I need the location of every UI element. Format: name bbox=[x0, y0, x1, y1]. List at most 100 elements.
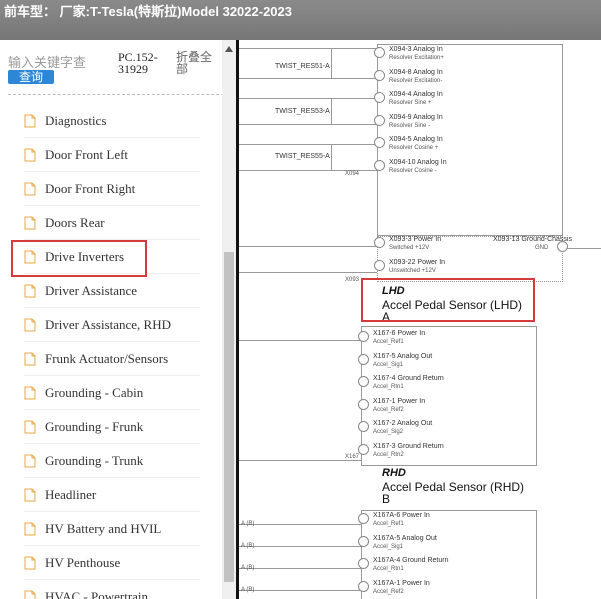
scrollbar-thumb[interactable] bbox=[224, 252, 234, 582]
pin-circle bbox=[358, 580, 369, 592]
pin-signal: Accel_Rtn1 bbox=[373, 384, 404, 390]
pin-name: X167-1 Power In bbox=[373, 397, 426, 405]
connector-label-x093: X093 bbox=[345, 277, 360, 283]
sidebar-item[interactable]: Diagnostics bbox=[24, 104, 200, 138]
pin-circle bbox=[358, 398, 369, 410]
wire bbox=[239, 246, 377, 247]
sidebar-item-label: HVAC - Powertrain bbox=[45, 588, 149, 599]
pin-name: X167A-5 Analog Out bbox=[373, 534, 437, 542]
highlight-box-drive-inverters bbox=[11, 240, 147, 277]
pin-signal: Accel_Sig2 bbox=[373, 429, 404, 435]
sidebar-item[interactable]: HVAC - Powertrain bbox=[24, 580, 200, 599]
file-icon bbox=[24, 420, 36, 434]
pin-circle bbox=[358, 421, 369, 432]
pin-name: X094-4 Analog In bbox=[389, 91, 443, 98]
wire-label: A (B) bbox=[241, 543, 255, 549]
divider bbox=[8, 94, 222, 95]
sidebar-item[interactable]: Driver Assistance bbox=[24, 274, 200, 308]
twist-label: TWIST_RES53-A bbox=[275, 108, 330, 115]
pin-circle bbox=[358, 353, 369, 365]
file-icon bbox=[24, 590, 36, 599]
pin-name: X094-3 Analog In bbox=[389, 46, 443, 53]
pin-circle bbox=[358, 331, 369, 342]
wire bbox=[239, 460, 361, 461]
pin-signal: GND bbox=[535, 245, 549, 251]
pin-name: X167-6 Power In bbox=[373, 330, 426, 337]
rhd-title: Accel Pedal Sensor (RHD) bbox=[382, 480, 525, 494]
pin-signal: Accel_Rtn1 bbox=[373, 566, 404, 572]
pin-name: X167-4 Ground Return bbox=[373, 375, 444, 382]
pin-name: X167A-4 Ground Return bbox=[373, 557, 449, 564]
file-icon bbox=[24, 454, 36, 468]
pin-signal: Resolver Excitation+ bbox=[389, 55, 444, 61]
wire bbox=[239, 98, 377, 99]
collapse-all-link[interactable]: 折叠全部 bbox=[176, 51, 218, 75]
sidebar-scrollbar[interactable] bbox=[222, 40, 236, 599]
file-icon bbox=[24, 522, 36, 536]
pin-signal: Resolver Sine - bbox=[389, 122, 431, 129]
sidebar-item[interactable]: Frunk Actuator/Sensors bbox=[24, 342, 200, 376]
vehicle-title: 前车型： 厂家:T-Tesla(特斯拉)Model 32022-2023 bbox=[4, 4, 292, 19]
sidebar-item-label: Grounding - Frunk bbox=[45, 418, 144, 434]
pin-signal: Accel_Sig1 bbox=[373, 361, 404, 368]
pin-name: X093-22 Power In bbox=[389, 259, 446, 266]
query-button[interactable]: 查询 bbox=[8, 70, 54, 84]
pin-name: X167-3 Ground Return bbox=[373, 442, 444, 450]
wire bbox=[239, 124, 377, 125]
pin-circle bbox=[374, 159, 385, 171]
wire-label: A (B) bbox=[241, 521, 255, 527]
connector-label-x167: X167 bbox=[345, 454, 360, 460]
wire bbox=[331, 48, 332, 78]
pin-signal: Resolver Cosine - bbox=[389, 167, 437, 174]
sidebar-item[interactable]: Door Front Right bbox=[24, 172, 200, 206]
pin-circle bbox=[374, 114, 385, 126]
pin-name: X167A-6 Power In bbox=[373, 512, 430, 519]
connector-label-x094: X094 bbox=[345, 171, 360, 177]
pin-circle bbox=[374, 47, 385, 58]
wire bbox=[239, 524, 361, 525]
pin-name: X167-5 Analog Out bbox=[373, 352, 433, 360]
sidebar-item[interactable]: Driver Assistance, RHD bbox=[24, 308, 200, 342]
pin-circle bbox=[358, 558, 369, 569]
sidebar-item-label: Driver Assistance, RHD bbox=[45, 316, 172, 332]
pin-signal: Switched +12V bbox=[389, 245, 430, 251]
sidebar-item[interactable]: Grounding - Trunk bbox=[24, 444, 200, 478]
sidebar-item[interactable]: HV Penthouse bbox=[24, 546, 200, 580]
wire bbox=[239, 48, 377, 49]
scroll-up-arrow-icon[interactable] bbox=[225, 46, 233, 52]
sidebar-item-label: Driver Assistance bbox=[45, 282, 138, 298]
wire bbox=[331, 98, 332, 124]
pin-signal: Accel_Sig1 bbox=[373, 543, 404, 550]
sidebar-item[interactable]: HV Battery and HVIL bbox=[24, 512, 200, 546]
file-icon bbox=[24, 114, 36, 128]
pin-name: X094-9 Analog In bbox=[389, 113, 443, 121]
file-icon bbox=[24, 556, 36, 570]
wire-label: A (B) bbox=[241, 587, 255, 593]
pin-circle bbox=[374, 260, 385, 271]
sidebar-item[interactable]: Doors Rear bbox=[24, 206, 200, 240]
pin-name: X093-3 Power In bbox=[389, 236, 442, 243]
pin-signal: Resolver Cosine + bbox=[389, 145, 439, 151]
sidebar-item[interactable]: Door Front Left bbox=[24, 138, 200, 172]
wire-label: A (B) bbox=[241, 565, 255, 571]
sidebar-item[interactable]: Grounding - Frunk bbox=[24, 410, 200, 444]
pin-name: X094-8 Analog In bbox=[389, 68, 443, 76]
sidebar-item[interactable]: Headliner bbox=[24, 478, 200, 512]
wire bbox=[239, 340, 361, 341]
pin-signal: Resolver Sine + bbox=[389, 100, 432, 106]
pin-signal: Accel_Ref1 bbox=[373, 339, 404, 345]
wiring-diagram[interactable]: TWIST_RES51-A TWIST_RES53-A TWIST_RES55-… bbox=[236, 40, 601, 599]
sidebar-item[interactable]: Grounding - Cabin bbox=[24, 376, 200, 410]
pin-circle bbox=[374, 137, 385, 148]
pin-signal: Accel_Rtn2 bbox=[373, 451, 404, 458]
sidebar-item-label: Frunk Actuator/Sensors bbox=[45, 350, 169, 366]
pin-circle bbox=[358, 535, 369, 547]
twist-label: TWIST_RES55-A bbox=[275, 153, 330, 160]
pin-circle bbox=[374, 69, 385, 81]
sidebar-item-label: Diagnostics bbox=[45, 112, 107, 128]
pin-name: X167A-1 Power In bbox=[373, 579, 430, 587]
file-icon bbox=[24, 284, 36, 298]
file-icon bbox=[24, 148, 36, 162]
pin-signal: Accel_Ref2 bbox=[373, 406, 404, 413]
wire bbox=[239, 546, 361, 547]
